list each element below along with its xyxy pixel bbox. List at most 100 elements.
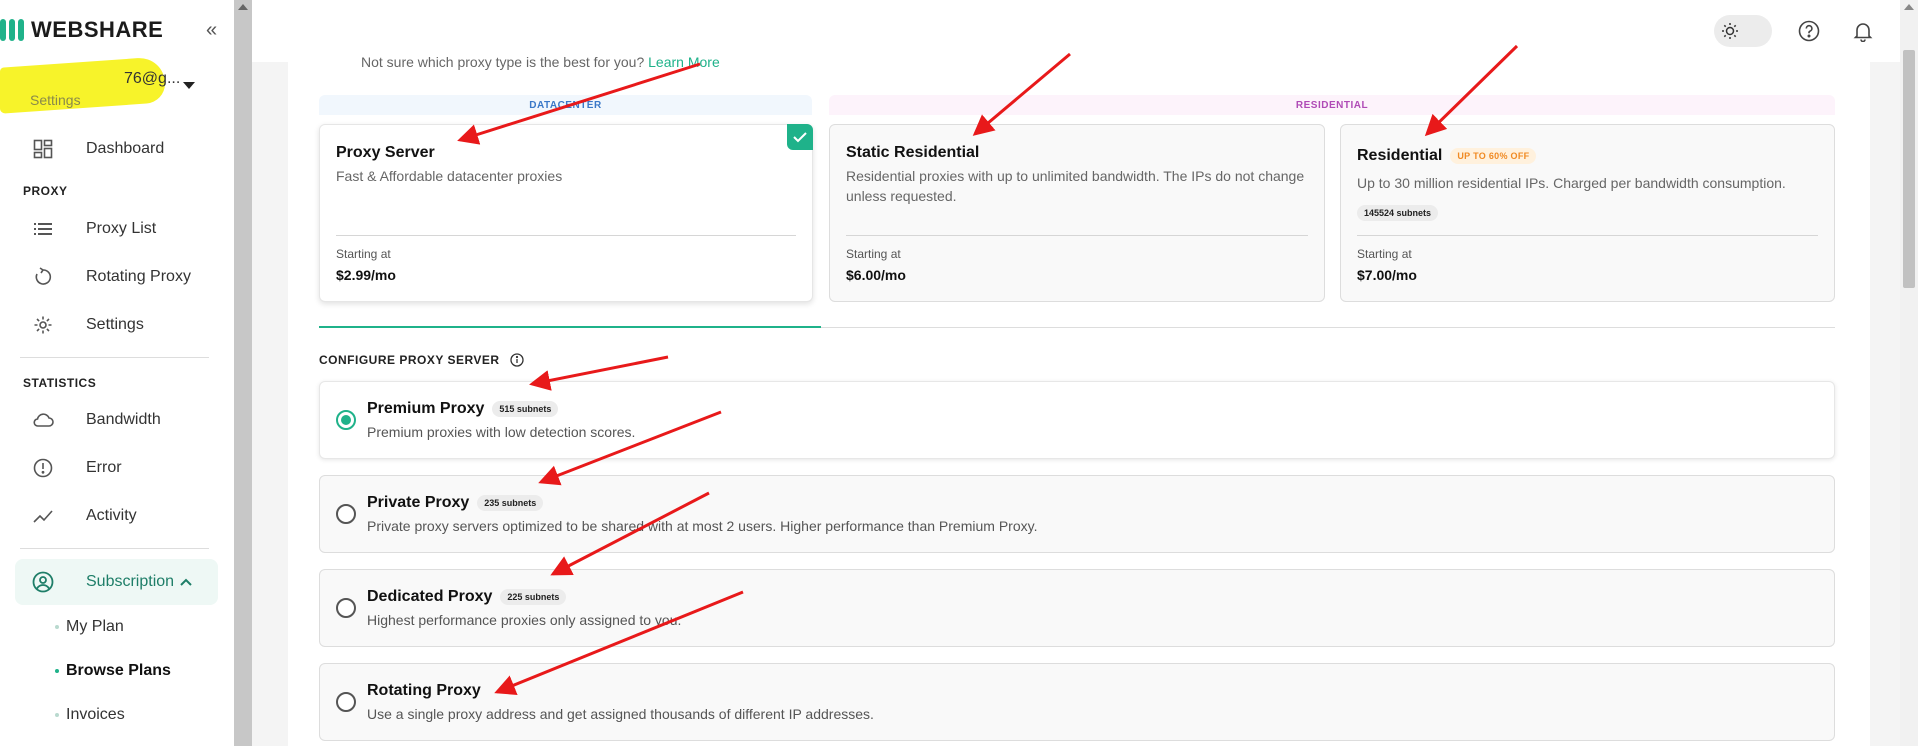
subnets-badge: 145524 subnets <box>1357 205 1439 221</box>
card-description: Residential proxies with up to unlimited… <box>846 168 1305 204</box>
sidebar-item-error[interactable]: Error <box>15 445 218 491</box>
divider <box>1357 235 1818 236</box>
caret-down-icon[interactable] <box>183 82 195 89</box>
proxy-option-rotating[interactable]: Rotating Proxy Use a single proxy addres… <box>319 663 1835 741</box>
sidebar-item-activity[interactable]: Activity <box>15 493 218 539</box>
sidebar-item-settings[interactable]: Settings <box>15 302 218 348</box>
sidebar: WEBSHARE « 76@g... Settings Dashboard PR… <box>0 0 234 746</box>
card-title: Static Residential <box>846 144 980 161</box>
bell-icon[interactable] <box>1852 20 1874 43</box>
dashboard-icon <box>31 137 55 161</box>
radio-button[interactable] <box>336 692 356 712</box>
hint-text: Not sure which proxy type is the best fo… <box>361 54 645 70</box>
option-title-text: Premium Proxy <box>367 400 485 417</box>
subnets-badge: 235 subnets <box>477 495 544 511</box>
sidebar-subitem-browse-plans[interactable]: Browse Plans <box>55 662 171 680</box>
sidebar-item-label: Rotating Proxy <box>86 268 191 285</box>
radio-button[interactable] <box>336 410 356 430</box>
option-description: Use a single proxy address and get assig… <box>367 706 874 722</box>
trend-line-icon <box>31 504 55 528</box>
app-root: WEBSHARE « 76@g... Settings Dashboard PR… <box>0 0 1918 746</box>
sidebar-item-label: Bandwidth <box>86 411 161 428</box>
sun-icon <box>1718 19 1742 43</box>
divider <box>20 357 209 358</box>
brand-logo[interactable]: WEBSHARE <box>0 17 164 42</box>
tab-active-indicator <box>319 326 821 328</box>
bullet-icon <box>55 713 59 717</box>
starting-at-label: Starting at <box>1357 247 1412 261</box>
proxy-option-private[interactable]: Private Proxy 235 subnets Private proxy … <box>319 475 1835 553</box>
subnets-badge: 225 subnets <box>500 589 567 605</box>
option-description: Highest performance proxies only assigne… <box>367 612 682 628</box>
sidebar-item-rotating-proxy[interactable]: Rotating Proxy <box>15 254 218 300</box>
configure-title-text: CONFIGURE PROXY SERVER <box>319 353 500 367</box>
sidebar-subitem-invoices[interactable]: Invoices <box>55 706 125 724</box>
option-title-text: Rotating Proxy <box>367 682 481 699</box>
option-title: Dedicated Proxy 225 subnets <box>367 588 567 606</box>
scroll-up-arrow-icon[interactable] <box>1904 4 1914 10</box>
sidebar-item-label: Activity <box>86 507 137 524</box>
list-icon <box>31 217 55 241</box>
category-datacenter: DATACENTER <box>319 95 812 115</box>
divider <box>336 235 796 236</box>
card-title-text: Residential <box>1357 147 1443 164</box>
radio-button[interactable] <box>336 598 356 618</box>
account-subtitle: Settings <box>30 92 81 108</box>
sidebar-subitem-my-plan[interactable]: My Plan <box>55 618 124 636</box>
proxy-option-dedicated[interactable]: Dedicated Proxy 225 subnets Highest perf… <box>319 569 1835 647</box>
section-proxy: PROXY <box>23 184 68 198</box>
proxy-type-card-static-residential[interactable]: Static Residential Residential proxies w… <box>829 124 1325 302</box>
option-title-text: Private Proxy <box>367 494 470 511</box>
sidebar-item-proxy-list[interactable]: Proxy List <box>15 206 218 252</box>
scrollbar-thumb[interactable] <box>1903 50 1915 288</box>
cloud-icon <box>31 408 55 432</box>
divider <box>846 235 1308 236</box>
proxy-type-card-proxy-server[interactable]: Proxy Server Fast & Affordable datacente… <box>319 124 813 302</box>
sidebar-subitem-label: Browse Plans <box>66 662 171 679</box>
bullet-icon <box>55 669 59 673</box>
collapse-sidebar-icon[interactable]: « <box>206 19 217 42</box>
card-title: Proxy Server <box>336 144 435 161</box>
card-description: Up to 30 million residential IPs. Charge… <box>1357 175 1786 191</box>
chevron-up-icon[interactable] <box>180 578 192 586</box>
card-price: $2.99/mo <box>336 267 396 283</box>
sidebar-subitem-label: Invoices <box>66 706 125 723</box>
configure-section-title: CONFIGURE PROXY SERVER <box>319 353 524 367</box>
account-switcher[interactable]: 76@g... Settings <box>0 56 200 114</box>
radio-button[interactable] <box>336 504 356 524</box>
account-email: 76@g... <box>124 70 181 87</box>
option-description: Premium proxies with low detection score… <box>367 424 636 440</box>
learn-more-link[interactable]: Learn More <box>648 54 720 70</box>
rotate-icon <box>31 265 55 289</box>
sidebar-item-label: Dashboard <box>86 140 165 157</box>
card-price: $6.00/mo <box>846 267 906 283</box>
option-title: Premium Proxy 515 subnets <box>367 400 559 418</box>
starting-at-label: Starting at <box>846 247 901 261</box>
proxy-type-card-residential[interactable]: Residential UP TO 60% OFF Up to 30 milli… <box>1340 124 1835 302</box>
sidebar-scrollbar[interactable] <box>234 0 252 746</box>
logo-icon <box>0 19 24 41</box>
subnets-badge-wrap: 145524 subnets <box>1357 203 1439 221</box>
card-price: $7.00/mo <box>1357 267 1417 283</box>
brand-name: WEBSHARE <box>31 17 164 42</box>
option-title-text: Dedicated Proxy <box>367 588 493 605</box>
alert-circle-icon <box>31 456 55 480</box>
sidebar-item-label: Error <box>86 459 122 476</box>
sidebar-item-subscription[interactable]: Subscription <box>15 559 218 605</box>
page-scrollbar[interactable] <box>1900 0 1918 746</box>
scroll-up-arrow-icon[interactable] <box>238 4 248 10</box>
gear-icon <box>31 313 55 337</box>
info-icon[interactable] <box>509 353 524 367</box>
user-circle-icon <box>31 570 55 594</box>
section-statistics: STATISTICS <box>23 376 97 390</box>
bullet-icon <box>55 625 59 629</box>
top-bar <box>252 0 1900 62</box>
starting-at-label: Starting at <box>336 247 391 261</box>
help-circle-icon[interactable] <box>1798 20 1820 42</box>
sidebar-item-dashboard[interactable]: Dashboard <box>15 126 218 172</box>
option-description: Private proxy servers optimized to be sh… <box>367 518 1038 534</box>
theme-toggle[interactable] <box>1714 15 1772 47</box>
proxy-option-premium[interactable]: Premium Proxy 515 subnets Premium proxie… <box>319 381 1835 459</box>
proxy-type-hint: Not sure which proxy type is the best fo… <box>361 54 720 70</box>
sidebar-item-bandwidth[interactable]: Bandwidth <box>15 397 218 443</box>
